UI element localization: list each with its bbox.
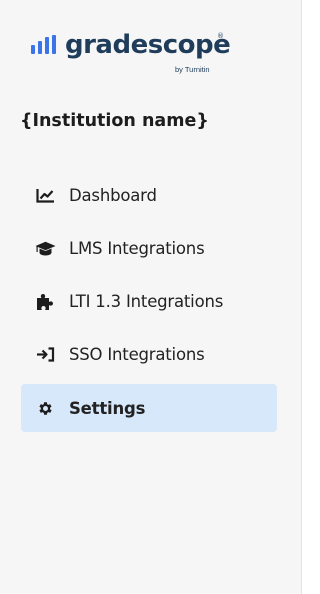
chart-line-icon: [34, 186, 56, 204]
logo-wordmark: gradescope: [65, 30, 231, 60]
nav-item-lms-integrations[interactable]: LMS Integrations: [21, 224, 277, 272]
nav-item-settings[interactable]: Settings: [21, 384, 277, 433]
puzzle-piece-icon: [34, 293, 56, 311]
logo-trademark: ®: [217, 32, 224, 40]
logo-bars-icon: [31, 35, 56, 54]
graduation-cap-icon: [34, 239, 56, 257]
gradescope-logo[interactable]: gradescope ® by Turnitin: [31, 29, 231, 77]
sidebar: gradescope ® by Turnitin {Institution na…: [0, 0, 302, 594]
nav-item-lti-integrations[interactable]: LTI 1.3 Integrations: [21, 278, 277, 326]
sidebar-nav: Dashboard LMS Integrations LTI 1.3 Integ…: [21, 171, 277, 437]
nav-item-dashboard[interactable]: Dashboard: [21, 171, 277, 219]
nav-label-dashboard: Dashboard: [69, 185, 157, 205]
institution-name: {Institution name}: [20, 111, 209, 131]
logo-byline: by Turnitin: [175, 65, 210, 74]
nav-item-sso-integrations[interactable]: SSO Integrations: [21, 331, 277, 379]
nav-label-sso-integrations: SSO Integrations: [69, 345, 205, 365]
nav-label-settings: Settings: [69, 398, 146, 418]
sign-in-icon: [34, 346, 56, 364]
gear-icon: [34, 399, 56, 417]
nav-label-lti-integrations: LTI 1.3 Integrations: [69, 292, 224, 312]
nav-label-lms-integrations: LMS Integrations: [69, 238, 205, 258]
